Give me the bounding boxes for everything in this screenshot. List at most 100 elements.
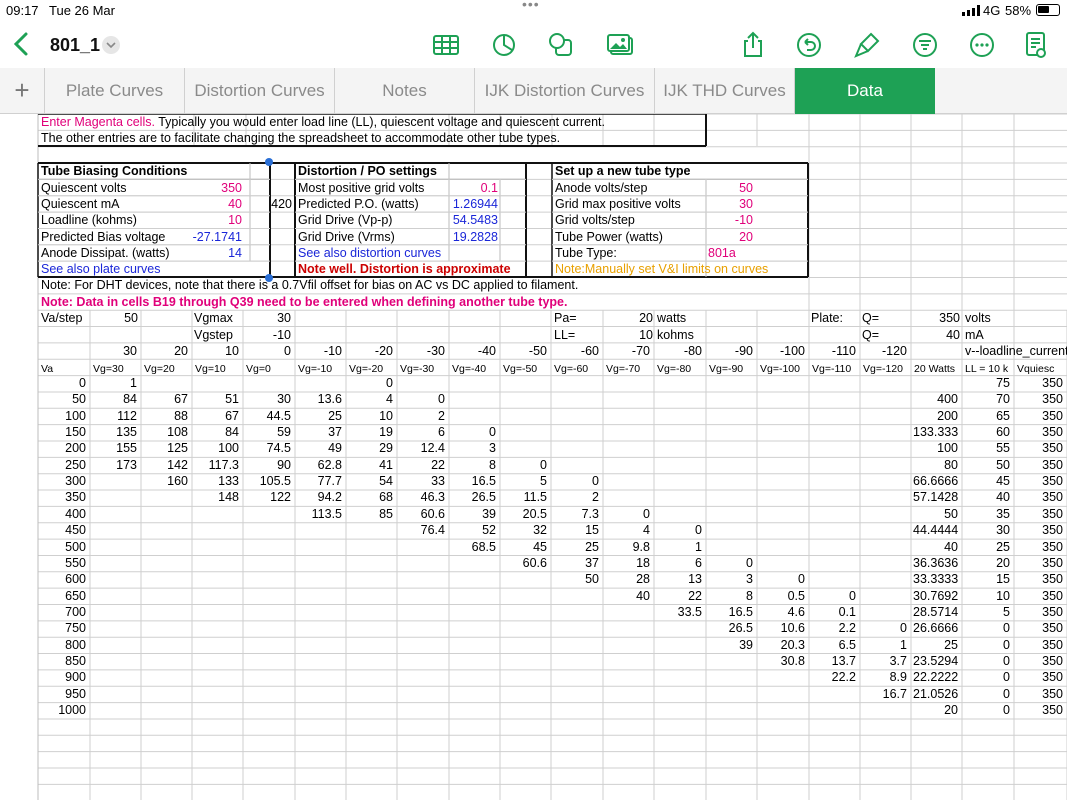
share-icon[interactable] bbox=[739, 31, 767, 59]
table-cell-r10-c19[interactable]: 350 bbox=[1016, 539, 1063, 555]
table-cell-r18-c0[interactable]: 900 bbox=[40, 669, 86, 685]
table-cell-r2-c1[interactable]: 112 bbox=[92, 408, 137, 424]
vg-value-14[interactable]: -110 bbox=[811, 343, 856, 359]
tube-type-value[interactable]: 801a bbox=[708, 245, 736, 261]
selection-handle-top[interactable] bbox=[265, 158, 273, 166]
table-cell-r2-c19[interactable]: 350 bbox=[1016, 408, 1063, 424]
table-cell-r16-c14[interactable]: 20.3 bbox=[759, 637, 805, 653]
table-cell-r4-c6[interactable]: 29 bbox=[348, 440, 393, 456]
table-cell-r17-c0[interactable]: 850 bbox=[40, 653, 86, 669]
table-cell-r9-c9[interactable]: 32 bbox=[502, 522, 547, 538]
table-cell-r13-c12[interactable]: 22 bbox=[656, 588, 702, 604]
table-cell-r15-c17[interactable]: 26.6666 bbox=[913, 620, 958, 636]
table-cell-r2-c18[interactable]: 65 bbox=[964, 408, 1010, 424]
table-cell-r0-c19[interactable]: 350 bbox=[1016, 375, 1063, 391]
q-ma-value[interactable]: 40 bbox=[911, 327, 960, 343]
table-cell-r19-c17[interactable]: 21.0526 bbox=[913, 686, 958, 702]
new-tube-value-0[interactable]: 50 bbox=[705, 180, 753, 196]
back-chevron-icon[interactable] bbox=[10, 29, 34, 59]
table-cell-r1-c1[interactable]: 84 bbox=[92, 391, 137, 407]
table-cell-r17-c19[interactable]: 350 bbox=[1016, 653, 1063, 669]
table-cell-r10-c0[interactable]: 500 bbox=[40, 539, 86, 555]
bias-value-0[interactable]: 350 bbox=[190, 180, 242, 196]
table-cell-r4-c5[interactable]: 49 bbox=[297, 440, 342, 456]
va-step-value[interactable]: 50 bbox=[88, 310, 138, 326]
table-cell-r19-c16[interactable]: 16.7 bbox=[862, 686, 907, 702]
table-cell-r20-c19[interactable]: 350 bbox=[1016, 702, 1063, 718]
document-icon[interactable] bbox=[1022, 31, 1050, 59]
table-cell-r16-c16[interactable]: 1 bbox=[862, 637, 907, 653]
vg-value-15[interactable]: -120 bbox=[862, 343, 907, 359]
table-cell-r5-c18[interactable]: 50 bbox=[964, 457, 1010, 473]
table-cell-r17-c14[interactable]: 30.8 bbox=[759, 653, 805, 669]
table-cell-r7-c6[interactable]: 68 bbox=[348, 489, 393, 505]
plate-curves-link[interactable]: See also plate curves bbox=[41, 261, 161, 277]
bias-value-4[interactable]: 14 bbox=[190, 245, 242, 261]
table-cell-r13-c11[interactable]: 40 bbox=[605, 588, 650, 604]
vg-value-6[interactable]: -30 bbox=[399, 343, 445, 359]
vg-value-11[interactable]: -80 bbox=[656, 343, 702, 359]
table-cell-r19-c18[interactable]: 0 bbox=[964, 686, 1010, 702]
table-cell-r11-c18[interactable]: 20 bbox=[964, 555, 1010, 571]
table-cell-r11-c11[interactable]: 18 bbox=[605, 555, 650, 571]
vg-value-1[interactable]: 20 bbox=[143, 343, 188, 359]
table-cell-r16-c19[interactable]: 350 bbox=[1016, 637, 1063, 653]
table-cell-r13-c18[interactable]: 10 bbox=[964, 588, 1010, 604]
table-cell-r13-c17[interactable]: 30.7692 bbox=[913, 588, 958, 604]
table-cell-r1-c5[interactable]: 13.6 bbox=[297, 391, 342, 407]
table-cell-r4-c1[interactable]: 155 bbox=[92, 440, 137, 456]
table-cell-r11-c13[interactable]: 0 bbox=[708, 555, 753, 571]
table-cell-r12-c14[interactable]: 0 bbox=[759, 571, 805, 587]
table-cell-r4-c18[interactable]: 55 bbox=[964, 440, 1010, 456]
table-cell-r7-c0[interactable]: 350 bbox=[40, 489, 86, 505]
organize-icon[interactable] bbox=[911, 31, 939, 59]
table-cell-r3-c18[interactable]: 60 bbox=[964, 424, 1010, 440]
table-cell-r17-c15[interactable]: 13.7 bbox=[811, 653, 856, 669]
add-sheet-button[interactable]: + bbox=[0, 68, 45, 114]
table-cell-r8-c9[interactable]: 20.5 bbox=[502, 506, 547, 522]
table-cell-r9-c18[interactable]: 30 bbox=[964, 522, 1010, 538]
table-cell-r10-c12[interactable]: 1 bbox=[656, 539, 702, 555]
vgstep-value[interactable]: -10 bbox=[243, 327, 291, 343]
table-cell-r3-c5[interactable]: 37 bbox=[297, 424, 342, 440]
chart-icon[interactable] bbox=[490, 31, 518, 59]
vg-value-13[interactable]: -100 bbox=[759, 343, 805, 359]
table-cell-r6-c18[interactable]: 45 bbox=[964, 473, 1010, 489]
table-cell-r8-c11[interactable]: 0 bbox=[605, 506, 650, 522]
vg-value-7[interactable]: -40 bbox=[451, 343, 496, 359]
vg-value-4[interactable]: -10 bbox=[297, 343, 342, 359]
media-icon[interactable] bbox=[606, 31, 634, 59]
table-cell-r4-c17[interactable]: 100 bbox=[913, 440, 958, 456]
table-cell-r20-c18[interactable]: 0 bbox=[964, 702, 1010, 718]
table-cell-r12-c18[interactable]: 15 bbox=[964, 571, 1010, 587]
vg-value-3[interactable]: 0 bbox=[245, 343, 291, 359]
table-cell-r1-c7[interactable]: 0 bbox=[399, 391, 445, 407]
table-cell-r13-c15[interactable]: 0 bbox=[811, 588, 856, 604]
table-cell-r2-c0[interactable]: 100 bbox=[40, 408, 86, 424]
table-cell-r10-c10[interactable]: 25 bbox=[553, 539, 599, 555]
table-cell-r17-c17[interactable]: 23.5294 bbox=[913, 653, 958, 669]
table-cell-r5-c0[interactable]: 250 bbox=[40, 457, 86, 473]
table-cell-r16-c15[interactable]: 6.5 bbox=[811, 637, 856, 653]
table-cell-r12-c19[interactable]: 350 bbox=[1016, 571, 1063, 587]
table-cell-r15-c13[interactable]: 26.5 bbox=[708, 620, 753, 636]
table-cell-r10-c18[interactable]: 25 bbox=[964, 539, 1010, 555]
table-cell-r14-c0[interactable]: 700 bbox=[40, 604, 86, 620]
table-cell-r9-c0[interactable]: 450 bbox=[40, 522, 86, 538]
table-cell-r14-c17[interactable]: 28.5714 bbox=[913, 604, 958, 620]
table-cell-r3-c3[interactable]: 84 bbox=[194, 424, 239, 440]
table-cell-r1-c2[interactable]: 67 bbox=[143, 391, 188, 407]
table-cell-r5-c9[interactable]: 0 bbox=[502, 457, 547, 473]
table-cell-r16-c0[interactable]: 800 bbox=[40, 637, 86, 653]
table-cell-r1-c4[interactable]: 30 bbox=[245, 391, 291, 407]
table-cell-r18-c18[interactable]: 0 bbox=[964, 669, 1010, 685]
table-cell-r6-c9[interactable]: 5 bbox=[502, 473, 547, 489]
table-cell-r10-c8[interactable]: 68.5 bbox=[451, 539, 496, 555]
table-cell-r8-c0[interactable]: 400 bbox=[40, 506, 86, 522]
table-cell-r9-c8[interactable]: 52 bbox=[451, 522, 496, 538]
table-cell-r8-c10[interactable]: 7.3 bbox=[553, 506, 599, 522]
table-cell-r12-c13[interactable]: 3 bbox=[708, 571, 753, 587]
table-cell-r14-c12[interactable]: 33.5 bbox=[656, 604, 702, 620]
more-icon[interactable] bbox=[968, 31, 996, 59]
distortion-value-2[interactable]: 54.5483 bbox=[450, 212, 498, 228]
